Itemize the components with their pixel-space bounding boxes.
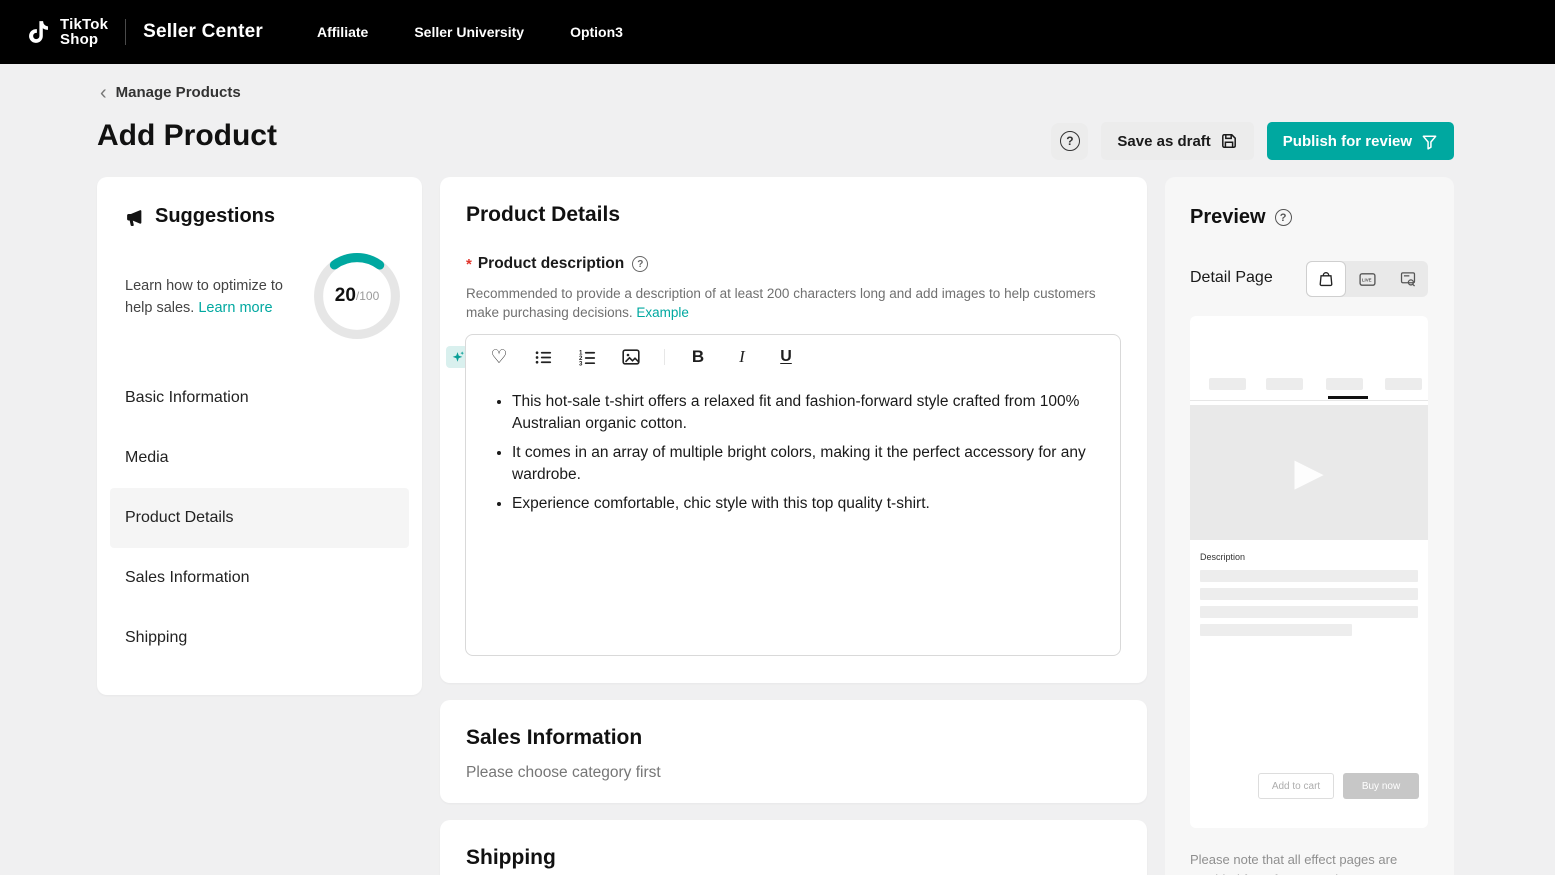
text-placeholder-bar (1200, 570, 1418, 582)
nav-seller-university[interactable]: Seller University (414, 24, 524, 40)
suggestions-title: Suggestions (155, 205, 275, 228)
suggestions-panel: Suggestions Learn how to optimize to hel… (97, 177, 422, 695)
sales-information-title: Sales Information (466, 726, 642, 750)
save-icon (1220, 132, 1238, 150)
preview-header: Preview ? (1190, 206, 1292, 229)
menu-item-shipping[interactable]: Shipping (110, 608, 409, 668)
italic-button[interactable]: I (731, 346, 753, 368)
svg-text:LIVE: LIVE (1361, 277, 1371, 282)
preview-buy-now-button: Buy now (1343, 773, 1419, 799)
active-tab-underline (1328, 396, 1368, 399)
save-as-draft-button[interactable]: Save as draft (1101, 122, 1253, 160)
description-editor: ♡ 1 2 3 (465, 334, 1121, 656)
score-label: 20/100 (309, 248, 405, 344)
logo-divider (125, 19, 126, 45)
bold-button[interactable]: B (687, 346, 709, 368)
sales-information-section: Sales Information Please choose category… (440, 700, 1147, 803)
insert-image-icon[interactable] (620, 346, 642, 368)
logo-text: TikTok Shop (60, 17, 108, 47)
preview-title: Preview (1190, 206, 1266, 229)
ai-sparkle-icon (450, 350, 465, 365)
tab-live-preview[interactable]: LIVE (1347, 261, 1387, 297)
tiktok-shop-logo[interactable]: TikTok Shop (26, 17, 108, 47)
text-placeholder-bar (1200, 606, 1418, 618)
tab-search-preview[interactable] (1388, 261, 1428, 297)
field-help-icon[interactable]: ? (632, 256, 648, 272)
description-bullet: Experience comfortable, chic style with … (512, 493, 1094, 515)
top-nav: Affiliate Seller University Option3 (317, 24, 623, 40)
play-icon: ▶ (1294, 454, 1323, 492)
description-editor-content[interactable]: This hot-sale t-shirt offers a relaxed f… (466, 377, 1120, 515)
suggestions-header: Suggestions (125, 205, 275, 228)
placeholder-tab (1326, 378, 1363, 390)
product-description-field-label: * Product description ? (466, 255, 648, 273)
preview-disclaimer: Please note that all effect pages are pr… (1190, 850, 1418, 875)
preview-panel: Preview ? Detail Page LIVE (1165, 177, 1454, 875)
description-bullet: This hot-sale t-shirt offers a relaxed f… (512, 391, 1094, 434)
shopping-bag-icon (1317, 270, 1335, 288)
publish-for-review-button[interactable]: Publish for review (1267, 122, 1454, 160)
breadcrumb-label: Manage Products (116, 84, 241, 101)
app-name: Seller Center (143, 21, 263, 43)
description-hint: Recommended to provide a description of … (466, 284, 1114, 322)
menu-item-sales-information[interactable]: Sales Information (110, 548, 409, 608)
product-details-title: Product Details (466, 203, 620, 227)
tiktok-note-icon (26, 18, 52, 46)
detail-page-preview-mockup: ▶ Description Add to cart Buy now (1190, 316, 1428, 828)
breadcrumb[interactable]: ‹ Manage Products (100, 84, 241, 101)
menu-item-product-details[interactable]: Product Details (110, 488, 409, 548)
menu-item-basic-information[interactable]: Basic Information (110, 368, 409, 428)
text-placeholder-bar (1200, 624, 1352, 636)
placeholder-tab (1385, 378, 1422, 390)
placeholder-tab (1209, 378, 1246, 390)
svg-text:3: 3 (578, 360, 582, 367)
nav-affiliate[interactable]: Affiliate (317, 24, 368, 40)
preview-mode-tabs: LIVE (1306, 261, 1428, 297)
product-details-section: Product Details * Product description ? … (440, 177, 1147, 683)
toolbar-divider (664, 349, 665, 365)
favorite-icon[interactable]: ♡ (488, 346, 510, 368)
tab-detail-page[interactable] (1306, 261, 1346, 297)
description-hint-text: Recommended to provide a description of … (466, 286, 1096, 320)
description-bullet: It comes in an array of multiple bright … (512, 442, 1094, 485)
placeholder-tab (1266, 378, 1303, 390)
back-chevron-icon: ‹ (100, 86, 107, 100)
page-search-icon (1399, 270, 1417, 288)
page-actions: ? Save as draft Publish for review (1051, 122, 1454, 160)
score-value: 20 (335, 285, 356, 307)
help-button[interactable]: ? (1051, 123, 1088, 160)
suggestions-description: Learn how to optimize to help sales. Lea… (125, 275, 303, 319)
menu-item-media[interactable]: Media (110, 428, 409, 488)
page-title: Add Product (97, 119, 277, 153)
preview-description-label: Description (1200, 552, 1245, 562)
underline-button[interactable]: U (775, 346, 797, 368)
shipping-title: Shipping (466, 846, 556, 870)
sales-information-hint: Please choose category first (466, 764, 661, 782)
required-asterisk: * (466, 256, 472, 273)
text-placeholder-bar (1200, 588, 1418, 600)
learn-more-link[interactable]: Learn more (198, 300, 272, 316)
publish-label: Publish for review (1283, 133, 1412, 150)
example-link[interactable]: Example (636, 305, 689, 320)
field-label: Product description (478, 255, 624, 273)
preview-help-icon[interactable]: ? (1275, 209, 1292, 226)
shipping-section: Shipping (440, 820, 1147, 875)
save-as-draft-label: Save as draft (1117, 133, 1210, 150)
ordered-list-icon[interactable]: 1 2 3 (576, 346, 598, 368)
editor-toolbar: ♡ 1 2 3 (466, 335, 1120, 377)
megaphone-icon (125, 207, 144, 226)
funnel-icon (1421, 133, 1438, 150)
suggestions-menu: Basic Information Media Product Details … (97, 368, 422, 668)
video-placeholder: ▶ (1190, 405, 1428, 540)
score-max: /100 (356, 289, 379, 303)
top-bar: TikTok Shop Seller Center Affiliate Sell… (0, 0, 1555, 64)
detail-page-label: Detail Page (1190, 269, 1273, 287)
question-icon: ? (1060, 131, 1080, 151)
bullet-list-icon[interactable] (532, 346, 554, 368)
live-icon: LIVE (1358, 270, 1377, 289)
tab-divider (1190, 400, 1428, 401)
preview-add-to-cart-button: Add to cart (1258, 773, 1334, 799)
score-ring: 20/100 (309, 248, 405, 344)
nav-option3[interactable]: Option3 (570, 24, 623, 40)
